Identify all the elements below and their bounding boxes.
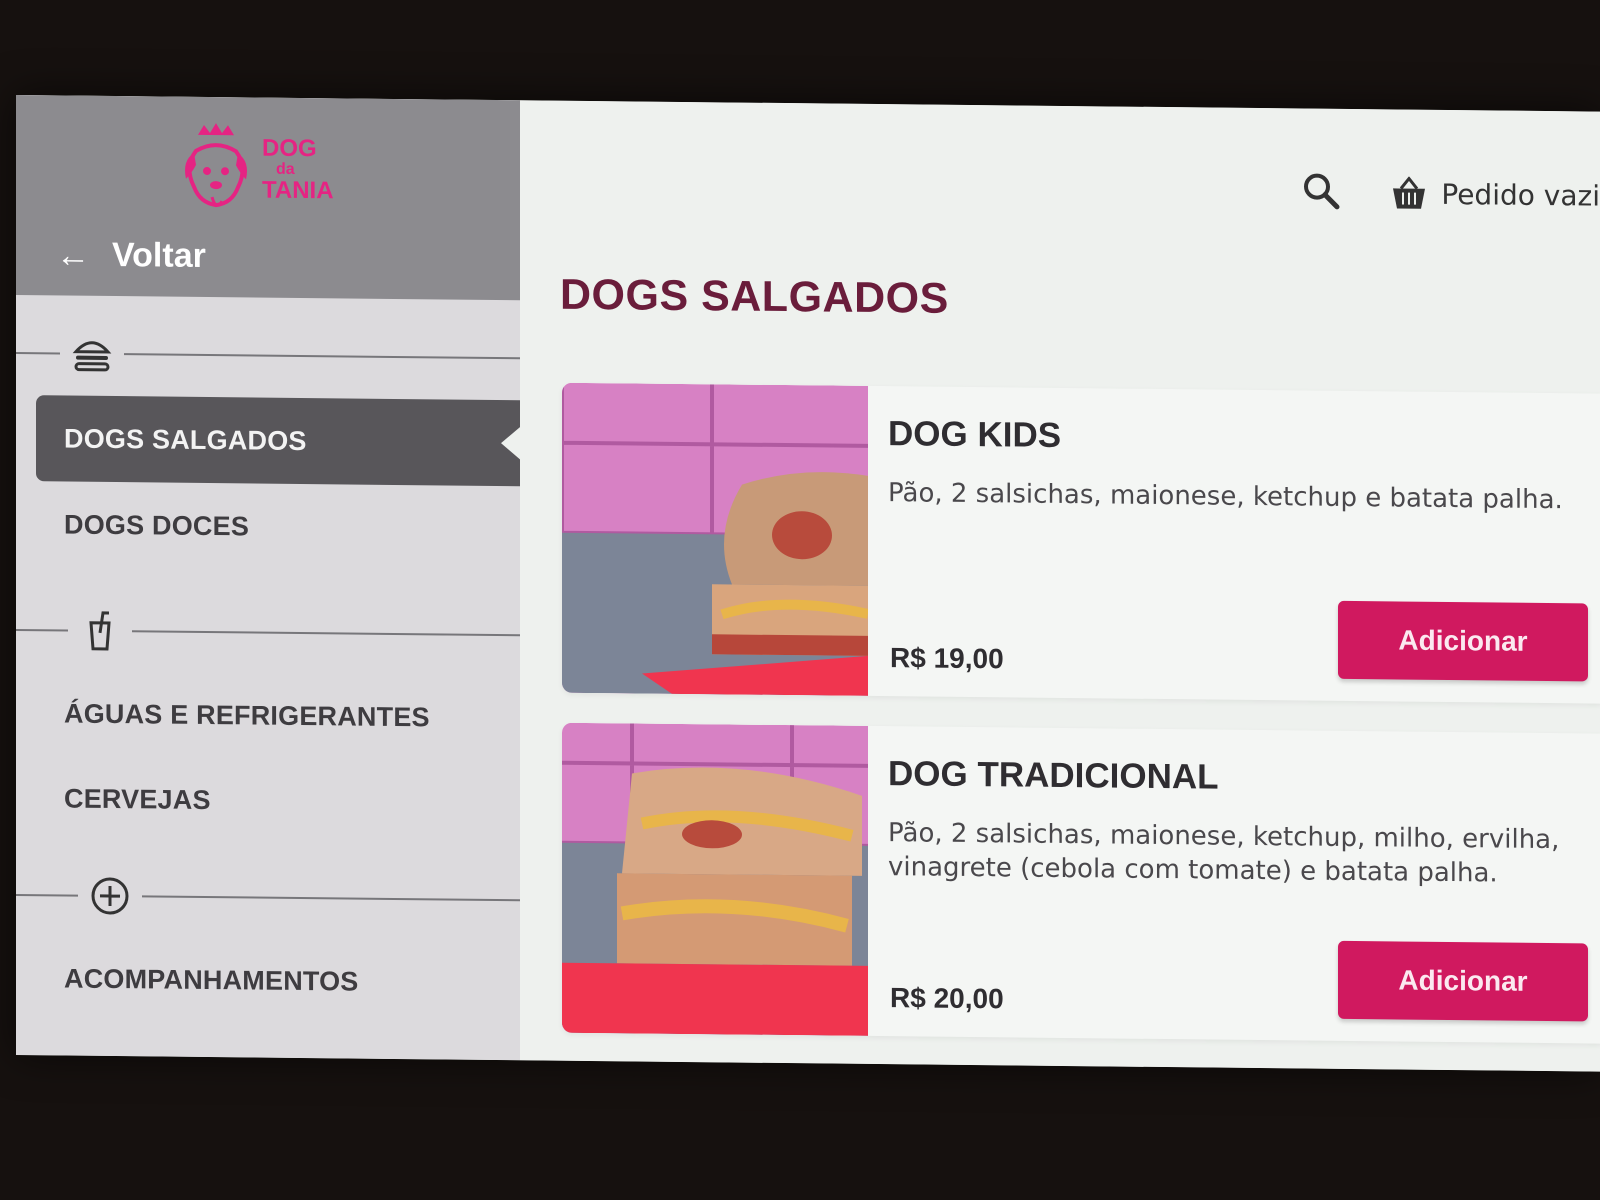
basket-icon <box>1393 176 1426 209</box>
category-label: DOGS DOCES <box>64 509 250 541</box>
category-aguas-refrigerantes[interactable]: ÁGUAS E REFRIGERANTES <box>36 670 520 761</box>
product-card-dog-kids: DOG KIDS Pão, 2 salsichas, maionese, ket… <box>562 382 1600 704</box>
back-button[interactable]: ← Voltar <box>56 235 206 276</box>
main-content: Pedido vazi DOGS SALGADOS DOG KIDS Pão, … <box>520 100 1600 1072</box>
product-card-dog-tradicional: DOG TRADICIONAL Pão, 2 salsichas, maione… <box>562 722 1600 1044</box>
brand-name-line3: TANIA <box>262 176 334 205</box>
product-description: Pão, 2 salsichas, maionese, ketchup e ba… <box>888 478 1563 516</box>
product-image <box>562 722 868 1036</box>
section-divider-food <box>16 323 520 388</box>
category-label: ÁGUAS E REFRIGERANTES <box>64 698 430 732</box>
category-acompanhamentos[interactable]: ACOMPANHAMENTOS <box>36 935 520 1026</box>
order-basket-button[interactable]: Pedido vazi <box>1391 176 1600 212</box>
sidebar-header: DOG da TANIA ← Voltar <box>16 95 520 301</box>
category-label: DOGS SALGADOS <box>64 423 307 456</box>
page-title: DOGS SALGADOS <box>560 270 949 323</box>
drink-icon <box>68 611 132 652</box>
category-dogs-doces[interactable]: DOGS DOCES <box>36 481 520 572</box>
product-description: Pão, 2 salsichas, maionese, ketchup, mil… <box>888 818 1560 889</box>
add-to-order-button[interactable]: Adicionar <box>1338 940 1588 1022</box>
product-info: DOG KIDS Pão, 2 salsichas, maionese, ket… <box>868 386 1600 704</box>
section-divider-sides <box>16 865 520 930</box>
burger-icon <box>60 333 124 374</box>
product-price: R$ 19,00 <box>890 642 1004 675</box>
app-screen: DOG da TANIA ← Voltar DOGS SALGADOS DOGS… <box>16 95 1600 1072</box>
order-status-label: Pedido vazi <box>1441 177 1600 213</box>
sidebar: DOG da TANIA ← Voltar DOGS SALGADOS DOGS… <box>16 95 520 1061</box>
category-dogs-salgados[interactable]: DOGS SALGADOS <box>36 395 520 487</box>
product-price: R$ 20,00 <box>890 982 1004 1015</box>
plus-circle-icon <box>78 876 142 917</box>
category-label: ACOMPANHAMENTOS <box>64 963 359 997</box>
add-to-order-button[interactable]: Adicionar <box>1338 600 1588 682</box>
top-bar: Pedido vazi <box>1301 170 1600 217</box>
category-cervejas[interactable]: CERVEJAS <box>36 755 520 846</box>
search-icon[interactable] <box>1301 170 1341 214</box>
category-label: CERVEJAS <box>64 783 211 815</box>
brand-name: DOG da TANIA <box>262 134 334 205</box>
section-divider-drinks <box>16 600 520 665</box>
arrow-left-icon: ← <box>56 235 90 275</box>
product-name: DOG KIDS <box>888 414 1062 455</box>
product-info: DOG TRADICIONAL Pão, 2 salsichas, maione… <box>868 726 1600 1044</box>
dog-logo-icon <box>185 123 247 208</box>
back-label: Voltar <box>112 236 206 275</box>
product-name: DOG TRADICIONAL <box>888 754 1219 797</box>
brand-logo: DOG da TANIA <box>176 121 356 223</box>
product-image <box>562 382 868 696</box>
brand-name-line1: DOG <box>262 134 317 163</box>
